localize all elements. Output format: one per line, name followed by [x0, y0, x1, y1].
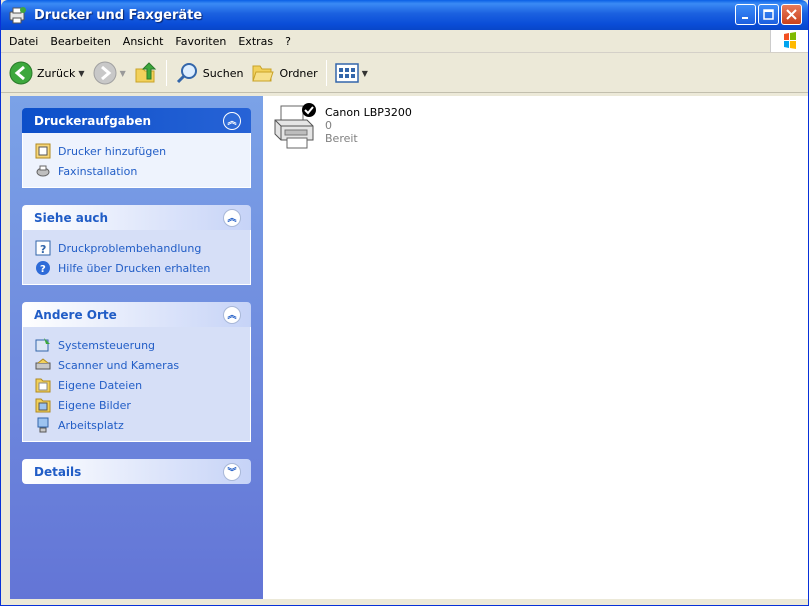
- printer-list: Canon LBP3200 0 Bereit: [263, 96, 808, 599]
- details-panel: Details ︾: [22, 459, 251, 484]
- printer-tasks-panel: Druckeraufgaben ︽ Drucker hinzufügen Fax…: [22, 108, 251, 188]
- toolbar: Zurück ▼ ▼ Suchen Ordner ▼: [1, 54, 808, 93]
- menu-file[interactable]: Datei: [3, 35, 44, 48]
- help-circle-icon: ?: [36, 261, 50, 275]
- window-controls: [735, 4, 802, 25]
- collapse-icon[interactable]: ︽: [223, 305, 241, 324]
- my-computer-icon: [37, 417, 49, 433]
- control-panel-link[interactable]: Systemsteuerung: [35, 335, 240, 355]
- printer-texts: Canon LBP3200 0 Bereit: [325, 106, 412, 150]
- my-documents-label: Eigene Dateien: [58, 378, 143, 392]
- back-label: Zurück: [37, 66, 76, 80]
- printer-status: Bereit: [325, 132, 358, 145]
- my-pictures-label: Eigene Bilder: [58, 398, 131, 412]
- maximize-button[interactable]: [758, 4, 779, 25]
- other-places-body: Systemsteuerung Scanner und Kameras Eige…: [22, 327, 251, 442]
- minimize-icon: [741, 16, 748, 19]
- up-button[interactable]: [130, 58, 162, 88]
- printer-tasks-header[interactable]: Druckeraufgaben ︽: [22, 108, 251, 133]
- add-printer-icon: [35, 143, 51, 159]
- other-places-panel: Andere Orte ︽ Systemsteuerung Scanner un…: [22, 302, 251, 442]
- my-computer-label: Arbeitsplatz: [58, 418, 124, 432]
- my-pictures-icon: [35, 398, 51, 413]
- forward-dropdown-icon[interactable]: ▼: [120, 69, 126, 78]
- printing-help-link[interactable]: ? Hilfe über Drucken erhalten: [35, 258, 240, 278]
- troubleshoot-label: Druckproblembehandlung: [58, 241, 202, 255]
- printer-name: Canon LBP3200: [325, 106, 412, 119]
- other-places-title: Andere Orte: [34, 307, 117, 322]
- toolbar-separator: [325, 60, 327, 86]
- collapse-icon[interactable]: ︽: [223, 111, 241, 130]
- menu-bar: Datei Bearbeiten Ansicht Favoriten Extra…: [1, 30, 808, 53]
- scanner-icon: [35, 358, 51, 370]
- collapse-icon[interactable]: ︽: [223, 208, 241, 227]
- details-header[interactable]: Details ︾: [22, 459, 251, 484]
- explorer-window: Drucker und Faxgeräte Datei Bearbeiten A…: [0, 0, 809, 606]
- add-printer-link[interactable]: Drucker hinzufügen: [35, 141, 240, 161]
- folders-label: Ordner: [279, 66, 318, 80]
- help-page-icon: ?: [35, 240, 51, 256]
- toolbar-separator: [165, 60, 167, 86]
- svg-text:?: ?: [40, 264, 46, 275]
- control-panel-label: Systemsteuerung: [58, 338, 156, 352]
- close-icon: [786, 9, 797, 20]
- printers-folder-icon: [8, 5, 28, 25]
- my-computer-link[interactable]: Arbeitsplatz: [35, 415, 240, 435]
- back-button[interactable]: Zurück ▼: [5, 58, 89, 88]
- menu-view[interactable]: Ansicht: [117, 35, 170, 48]
- windows-logo-icon: [770, 30, 808, 52]
- forward-button[interactable]: ▼: [89, 58, 130, 88]
- see-also-body: ? Druckproblembehandlung ? Hilfe über Dr…: [22, 230, 251, 285]
- printer-item[interactable]: Canon LBP3200 0 Bereit: [271, 102, 412, 150]
- title-bar[interactable]: Drucker und Faxgeräte: [1, 0, 808, 30]
- svg-text:?: ?: [40, 243, 46, 256]
- views-button[interactable]: ▼: [331, 58, 372, 88]
- menu-edit[interactable]: Bearbeiten: [44, 35, 116, 48]
- folders-button[interactable]: Ordner: [247, 58, 321, 88]
- scanners-link[interactable]: Scanner und Kameras: [35, 355, 240, 375]
- back-dropdown-icon[interactable]: ▼: [78, 69, 84, 78]
- search-icon: [176, 63, 197, 84]
- fax-setup-link[interactable]: Faxinstallation: [35, 161, 240, 181]
- window-title: Drucker und Faxgeräte: [34, 7, 203, 23]
- views-dropdown-icon[interactable]: ▼: [362, 69, 368, 78]
- see-also-header[interactable]: Siehe auch ︽: [22, 205, 251, 230]
- fax-icon: [36, 165, 50, 177]
- fax-setup-label: Faxinstallation: [58, 164, 138, 178]
- folders-icon: [252, 65, 275, 82]
- close-button[interactable]: [781, 4, 802, 25]
- menu-tools[interactable]: Extras: [232, 35, 279, 48]
- control-panel-icon: [35, 338, 50, 352]
- search-button[interactable]: Suchen: [171, 58, 248, 88]
- my-documents-link[interactable]: Eigene Dateien: [35, 375, 240, 395]
- scanners-label: Scanner und Kameras: [58, 358, 180, 372]
- my-documents-icon: [35, 378, 51, 393]
- task-pane: Druckeraufgaben ︽ Drucker hinzufügen Fax…: [10, 96, 263, 599]
- menu-favorites[interactable]: Favoriten: [169, 35, 232, 48]
- back-arrow-icon: [9, 61, 33, 85]
- expand-icon[interactable]: ︾: [223, 462, 241, 481]
- my-pictures-link[interactable]: Eigene Bilder: [35, 395, 240, 415]
- details-title: Details: [34, 464, 82, 479]
- add-printer-label: Drucker hinzufügen: [58, 144, 167, 158]
- views-icon: [334, 63, 359, 83]
- other-places-header[interactable]: Andere Orte ︽: [22, 302, 251, 327]
- troubleshoot-link[interactable]: ? Druckproblembehandlung: [35, 238, 240, 258]
- maximize-icon: [763, 9, 774, 20]
- printer-tasks-title: Druckeraufgaben: [34, 113, 152, 128]
- printer-default-icon: [274, 103, 316, 149]
- see-also-panel: Siehe auch ︽ ? Druckproblembehandlung ?: [22, 205, 251, 285]
- folder-up-icon: [135, 62, 156, 83]
- printing-help-label: Hilfe über Drucken erhalten: [58, 261, 211, 275]
- printer-tasks-body: Drucker hinzufügen Faxinstallation: [22, 133, 251, 188]
- search-label: Suchen: [202, 66, 244, 80]
- printer-documents: 0: [325, 119, 332, 132]
- forward-arrow-icon: [93, 61, 117, 85]
- menu-help[interactable]: ?: [279, 35, 297, 48]
- see-also-title: Siehe auch: [34, 210, 109, 225]
- minimize-button[interactable]: [735, 4, 756, 25]
